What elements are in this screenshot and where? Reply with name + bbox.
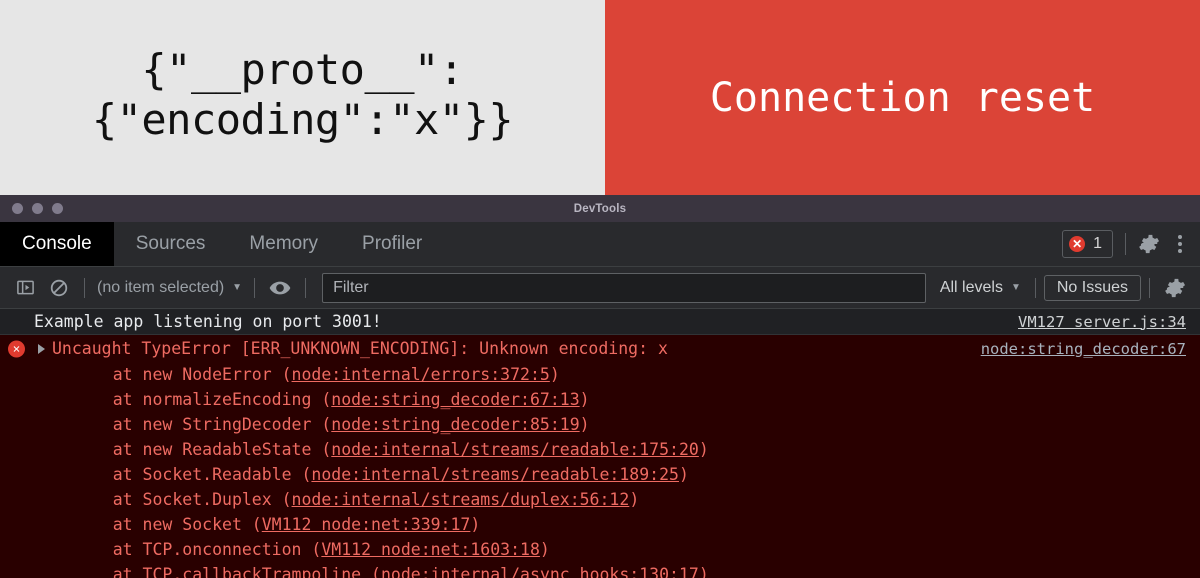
devtools-titlebar: DevTools xyxy=(0,195,1200,222)
filter-input[interactable]: Filter xyxy=(322,272,926,303)
stack-frame-function: at TCP.onconnection ( xyxy=(73,540,322,559)
stack-frame-link[interactable]: VM112 node:net:1603:18 xyxy=(321,540,540,559)
stack-frame-link[interactable]: node:internal/errors:372:5 xyxy=(292,365,550,384)
stack-frame-row: at Socket.Readable (node:internal/stream… xyxy=(0,462,1200,487)
tabbar-actions: ✕ 1 xyxy=(1062,222,1200,266)
stack-frame-function: at new StringDecoder ( xyxy=(73,415,332,434)
stack-frame-function: at new Socket ( xyxy=(73,515,262,534)
stack-frame-tail: ) xyxy=(539,540,550,559)
console-error-message: Uncaught TypeError [ERR_UNKNOWN_ENCODING… xyxy=(52,339,668,358)
stack-frame-link[interactable]: node:string_decoder:67:13 xyxy=(331,390,579,409)
stack-frame-function: at new NodeError ( xyxy=(73,365,292,384)
stack-frame-row: at new Socket (VM112 node:net:339:17) xyxy=(0,512,1200,537)
more-options-icon[interactable] xyxy=(1172,235,1188,253)
stack-frame-tail: ) xyxy=(698,440,709,459)
toolbar-divider xyxy=(254,277,256,298)
expand-triangle-icon[interactable] xyxy=(38,343,45,354)
console-settings-gear-icon[interactable] xyxy=(1158,277,1192,299)
stack-frame-row: at new NodeError (node:internal/errors:3… xyxy=(0,362,1200,387)
window-title: DevTools xyxy=(573,202,627,215)
screen-root: {"__proto__": {"encoding":"x"}} Connecti… xyxy=(0,0,1200,578)
tab-memory[interactable]: Memory xyxy=(227,222,340,266)
stack-frame-tail: ) xyxy=(470,515,481,534)
stack-frame-link[interactable]: node:internal/streams/readable:189:25 xyxy=(311,465,679,484)
stack-frame-function: at Socket.Duplex ( xyxy=(73,490,292,509)
error-circle-icon: ✕ xyxy=(1069,236,1086,252)
console-log-source-link[interactable]: VM127 server.js:34 xyxy=(1018,313,1186,331)
stack-frame-link[interactable]: node:internal/streams/readable:175:20 xyxy=(331,440,699,459)
console-error-source-link[interactable]: node:string_decoder:67 xyxy=(981,340,1186,358)
console-log-row[interactable]: Example app listening on port 3001! VM12… xyxy=(0,309,1200,335)
execution-context-selector[interactable]: (no item selected) ▼ xyxy=(93,279,246,297)
stack-frame-row: at new ReadableState (node:internal/stre… xyxy=(0,437,1200,462)
stack-frame-link[interactable]: node:string_decoder:85:19 xyxy=(331,415,579,434)
tabbar-spacer xyxy=(444,222,1062,266)
gear-icon[interactable] xyxy=(1138,233,1160,255)
stack-frame-function: at new ReadableState ( xyxy=(73,440,332,459)
chevron-down-icon: ▼ xyxy=(232,282,243,293)
toolbar-divider xyxy=(84,277,85,298)
stack-frame-tail: ) xyxy=(579,390,590,409)
log-level-label: All levels xyxy=(939,278,1003,296)
stack-frame-function: at TCP.callbackTrampoline ( xyxy=(73,565,381,578)
toolbar-divider xyxy=(305,277,307,298)
connection-reset-pane: Connection reset xyxy=(605,0,1200,195)
stack-frame-tail: ) xyxy=(579,415,590,434)
stack-frame-row: at TCP.callbackTrampoline (node:internal… xyxy=(0,562,1200,578)
stack-frame-link[interactable]: VM112 node:net:339:17 xyxy=(262,515,471,534)
error-circle-icon: ✕ xyxy=(8,340,25,357)
toolbar-divider xyxy=(1125,233,1126,255)
browser-render-area: {"__proto__": {"encoding":"x"}} Connecti… xyxy=(0,0,1200,195)
console-filter-toolbar: (no item selected) ▼ Filter All levels ▼… xyxy=(0,267,1200,309)
issues-button[interactable]: No Issues xyxy=(1043,274,1141,301)
tab-profiler[interactable]: Profiler xyxy=(340,222,444,266)
tab-sources[interactable]: Sources xyxy=(114,222,228,266)
error-count-badge[interactable]: ✕ 1 xyxy=(1062,230,1113,258)
stack-frame-row: at TCP.onconnection (VM112 node:net:1603… xyxy=(0,537,1200,562)
request-payload-pane: {"__proto__": {"encoding":"x"}} xyxy=(0,0,605,195)
stack-frame-tail: ) xyxy=(629,490,640,509)
stack-frame-tail: ) xyxy=(549,365,560,384)
eye-icon[interactable] xyxy=(263,280,297,296)
toolbar-divider xyxy=(1149,277,1150,298)
log-level-selector[interactable]: All levels ▼ xyxy=(934,279,1027,297)
devtools-window: DevTools Console Sources Memory Profiler… xyxy=(0,195,1200,578)
error-icon: ✕ xyxy=(8,340,25,357)
toolbar-divider xyxy=(1034,277,1036,298)
execution-context-label: (no item selected) xyxy=(97,278,225,296)
stack-frame-link[interactable]: node:internal/streams/duplex:56:12 xyxy=(292,490,630,509)
stack-frame-link[interactable]: node:internal/async_hooks:130:17 xyxy=(381,565,699,578)
console-output: Example app listening on port 3001! VM12… xyxy=(0,309,1200,578)
connection-reset-text: Connection reset xyxy=(709,74,1096,121)
console-error-header[interactable]: ✕ Uncaught TypeError [ERR_UNKNOWN_ENCODI… xyxy=(0,335,1200,362)
console-error-stack: at new NodeError (node:internal/errors:3… xyxy=(0,362,1200,578)
devtools-tabbar: Console Sources Memory Profiler ✕ 1 xyxy=(0,222,1200,267)
stack-frame-row: at new StringDecoder (node:string_decode… xyxy=(0,412,1200,437)
stack-frame-tail: ) xyxy=(678,465,689,484)
sidebar-toggle-icon[interactable] xyxy=(8,278,42,297)
stack-frame-function: at Socket.Readable ( xyxy=(73,465,312,484)
clear-console-icon[interactable] xyxy=(42,278,76,298)
tab-console[interactable]: Console xyxy=(0,222,114,266)
stack-frame-row: at normalizeEncoding (node:string_decode… xyxy=(0,387,1200,412)
error-count-label: 1 xyxy=(1093,235,1102,252)
console-log-message: Example app listening on port 3001! xyxy=(34,312,382,331)
stack-frame-tail: ) xyxy=(698,565,709,578)
payload-json-text: {"__proto__": {"encoding":"x"}} xyxy=(91,44,514,144)
filter-placeholder: Filter xyxy=(333,278,369,296)
chevron-down-icon: ▼ xyxy=(1010,282,1021,293)
console-error-entry: ✕ Uncaught TypeError [ERR_UNKNOWN_ENCODI… xyxy=(0,335,1200,578)
stack-frame-function: at normalizeEncoding ( xyxy=(73,390,332,409)
stack-frame-row: at Socket.Duplex (node:internal/streams/… xyxy=(0,487,1200,512)
